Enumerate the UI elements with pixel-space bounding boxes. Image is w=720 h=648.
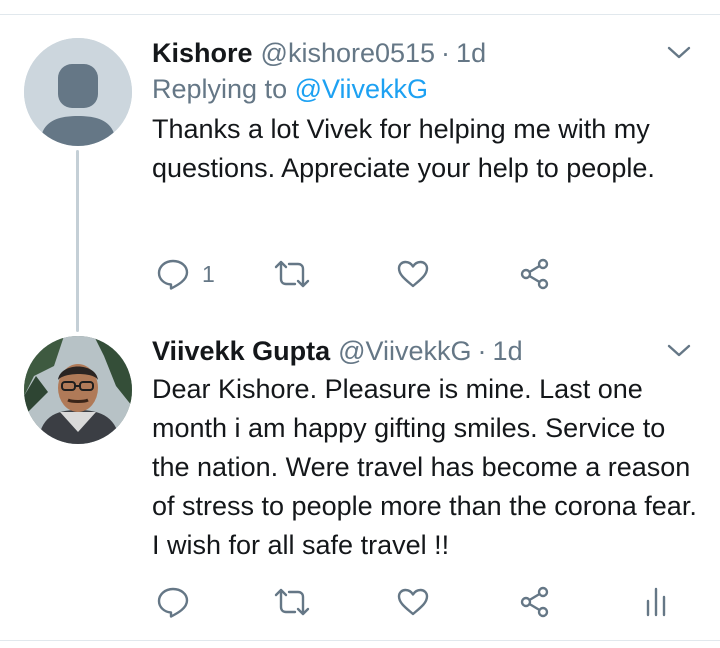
tweet-actions (152, 582, 700, 622)
reply-button[interactable] (156, 582, 190, 622)
tweet-actions: 1 (152, 254, 700, 294)
like-button[interactable] (396, 582, 430, 622)
tweet-menu-button[interactable] (664, 42, 694, 64)
display-name[interactable]: Viivekk Gupta (152, 334, 330, 368)
tweet[interactable]: Viivekk Gupta @ViivekkG · 1d Dear Kishor… (152, 334, 700, 618)
reply-icon (157, 587, 189, 618)
tweet-header: Kishore @kishore0515 · 1d (152, 36, 700, 70)
replying-to: Replying to @ViivekkG (152, 70, 700, 108)
separator-dot: · (477, 336, 487, 366)
retweet-button[interactable] (272, 582, 312, 622)
username[interactable]: @kishore0515 (261, 36, 436, 70)
username[interactable]: @ViivekkG (338, 334, 471, 368)
reply-button[interactable]: 1 (156, 254, 215, 294)
bottom-divider (0, 640, 720, 641)
analytics-icon (646, 587, 666, 617)
heart-icon (397, 260, 429, 288)
tweet-menu-button[interactable] (664, 340, 694, 362)
separator-dot: · (441, 38, 451, 68)
retweet-button[interactable] (272, 254, 312, 294)
tweet-text: Dear Kishore. Pleasure is mine. Last one… (152, 374, 697, 560)
timestamp[interactable]: 1d (456, 36, 486, 70)
analytics-button[interactable] (644, 582, 668, 622)
heart-icon (397, 588, 429, 616)
default-profile-icon (24, 38, 132, 146)
profile-photo (24, 336, 132, 444)
mention-link[interactable]: @ViivekkG (295, 74, 428, 104)
retweet-icon (274, 588, 310, 616)
thread-connector-line (76, 150, 79, 332)
reply-icon (157, 259, 189, 290)
share-button[interactable] (518, 254, 552, 294)
retweet-icon (274, 260, 310, 288)
tweet[interactable]: Kishore @kishore0515 · 1d Replying to @V… (152, 36, 700, 290)
reply-count: 1 (202, 260, 215, 287)
avatar[interactable] (24, 336, 132, 444)
tweet-text: Thanks a lot Vivek for helping me with m… (152, 114, 655, 183)
share-icon (520, 258, 549, 290)
chevron-down-icon (667, 344, 691, 357)
share-button[interactable] (518, 582, 552, 622)
timestamp[interactable]: 1d (493, 334, 523, 368)
like-button[interactable] (396, 254, 430, 294)
chevron-down-icon (667, 46, 691, 59)
display-name[interactable]: Kishore (152, 36, 253, 70)
avatar[interactable] (24, 38, 132, 146)
replying-to-label: Replying to (152, 74, 288, 104)
tweet-header: Viivekk Gupta @ViivekkG · 1d (152, 334, 700, 368)
share-icon (520, 586, 549, 618)
top-divider (0, 14, 720, 15)
